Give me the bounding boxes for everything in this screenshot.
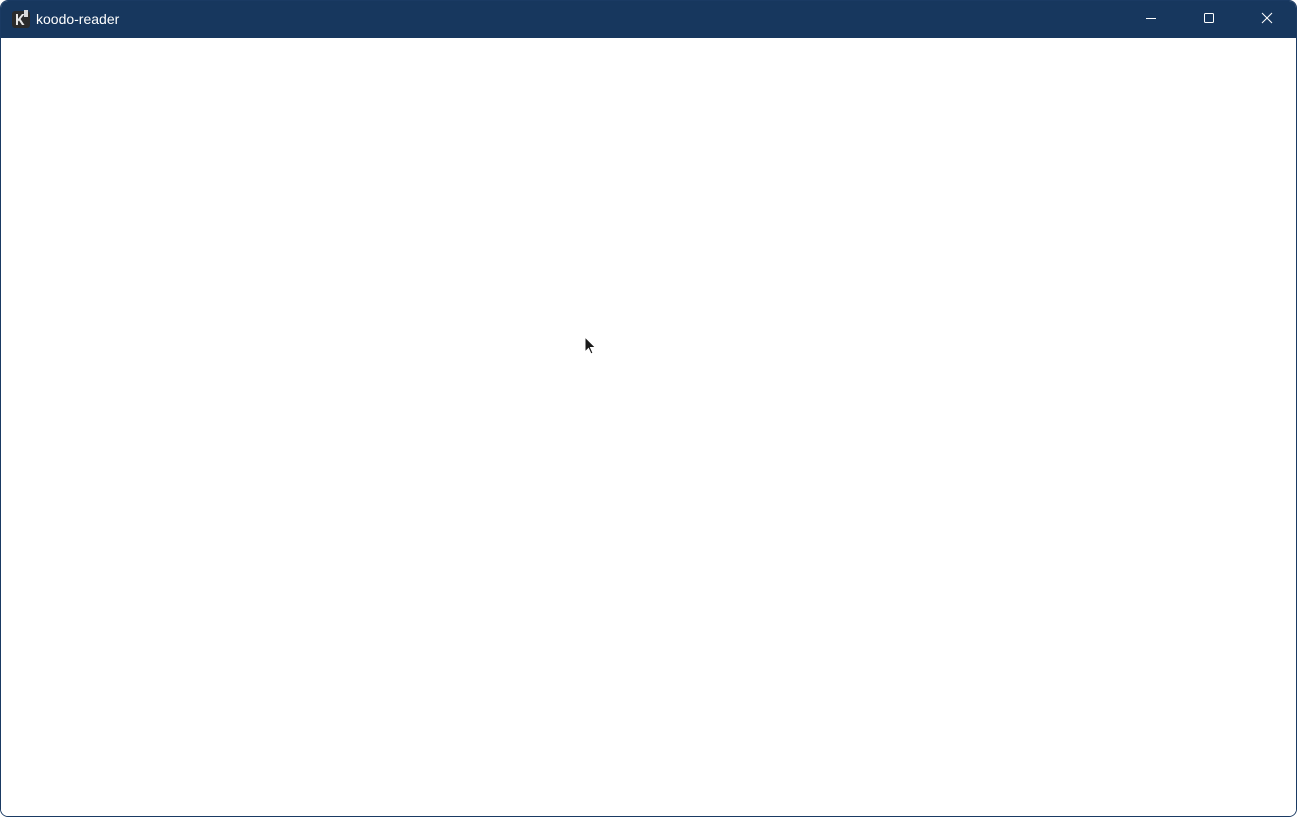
app-window: koodo-reader [0, 0, 1297, 817]
maximize-button[interactable] [1180, 1, 1238, 38]
minimize-icon [1145, 11, 1157, 29]
window-title: koodo-reader [36, 11, 120, 27]
close-icon [1261, 11, 1273, 29]
mouse-cursor-icon [584, 335, 598, 356]
koodo-reader-app-icon [12, 10, 30, 28]
maximize-icon [1203, 11, 1215, 29]
close-button[interactable] [1238, 1, 1296, 38]
minimize-button[interactable] [1122, 1, 1180, 38]
main-content-area[interactable] [1, 38, 1296, 816]
window-controls [1122, 1, 1296, 38]
title-bar[interactable]: koodo-reader [1, 1, 1296, 38]
